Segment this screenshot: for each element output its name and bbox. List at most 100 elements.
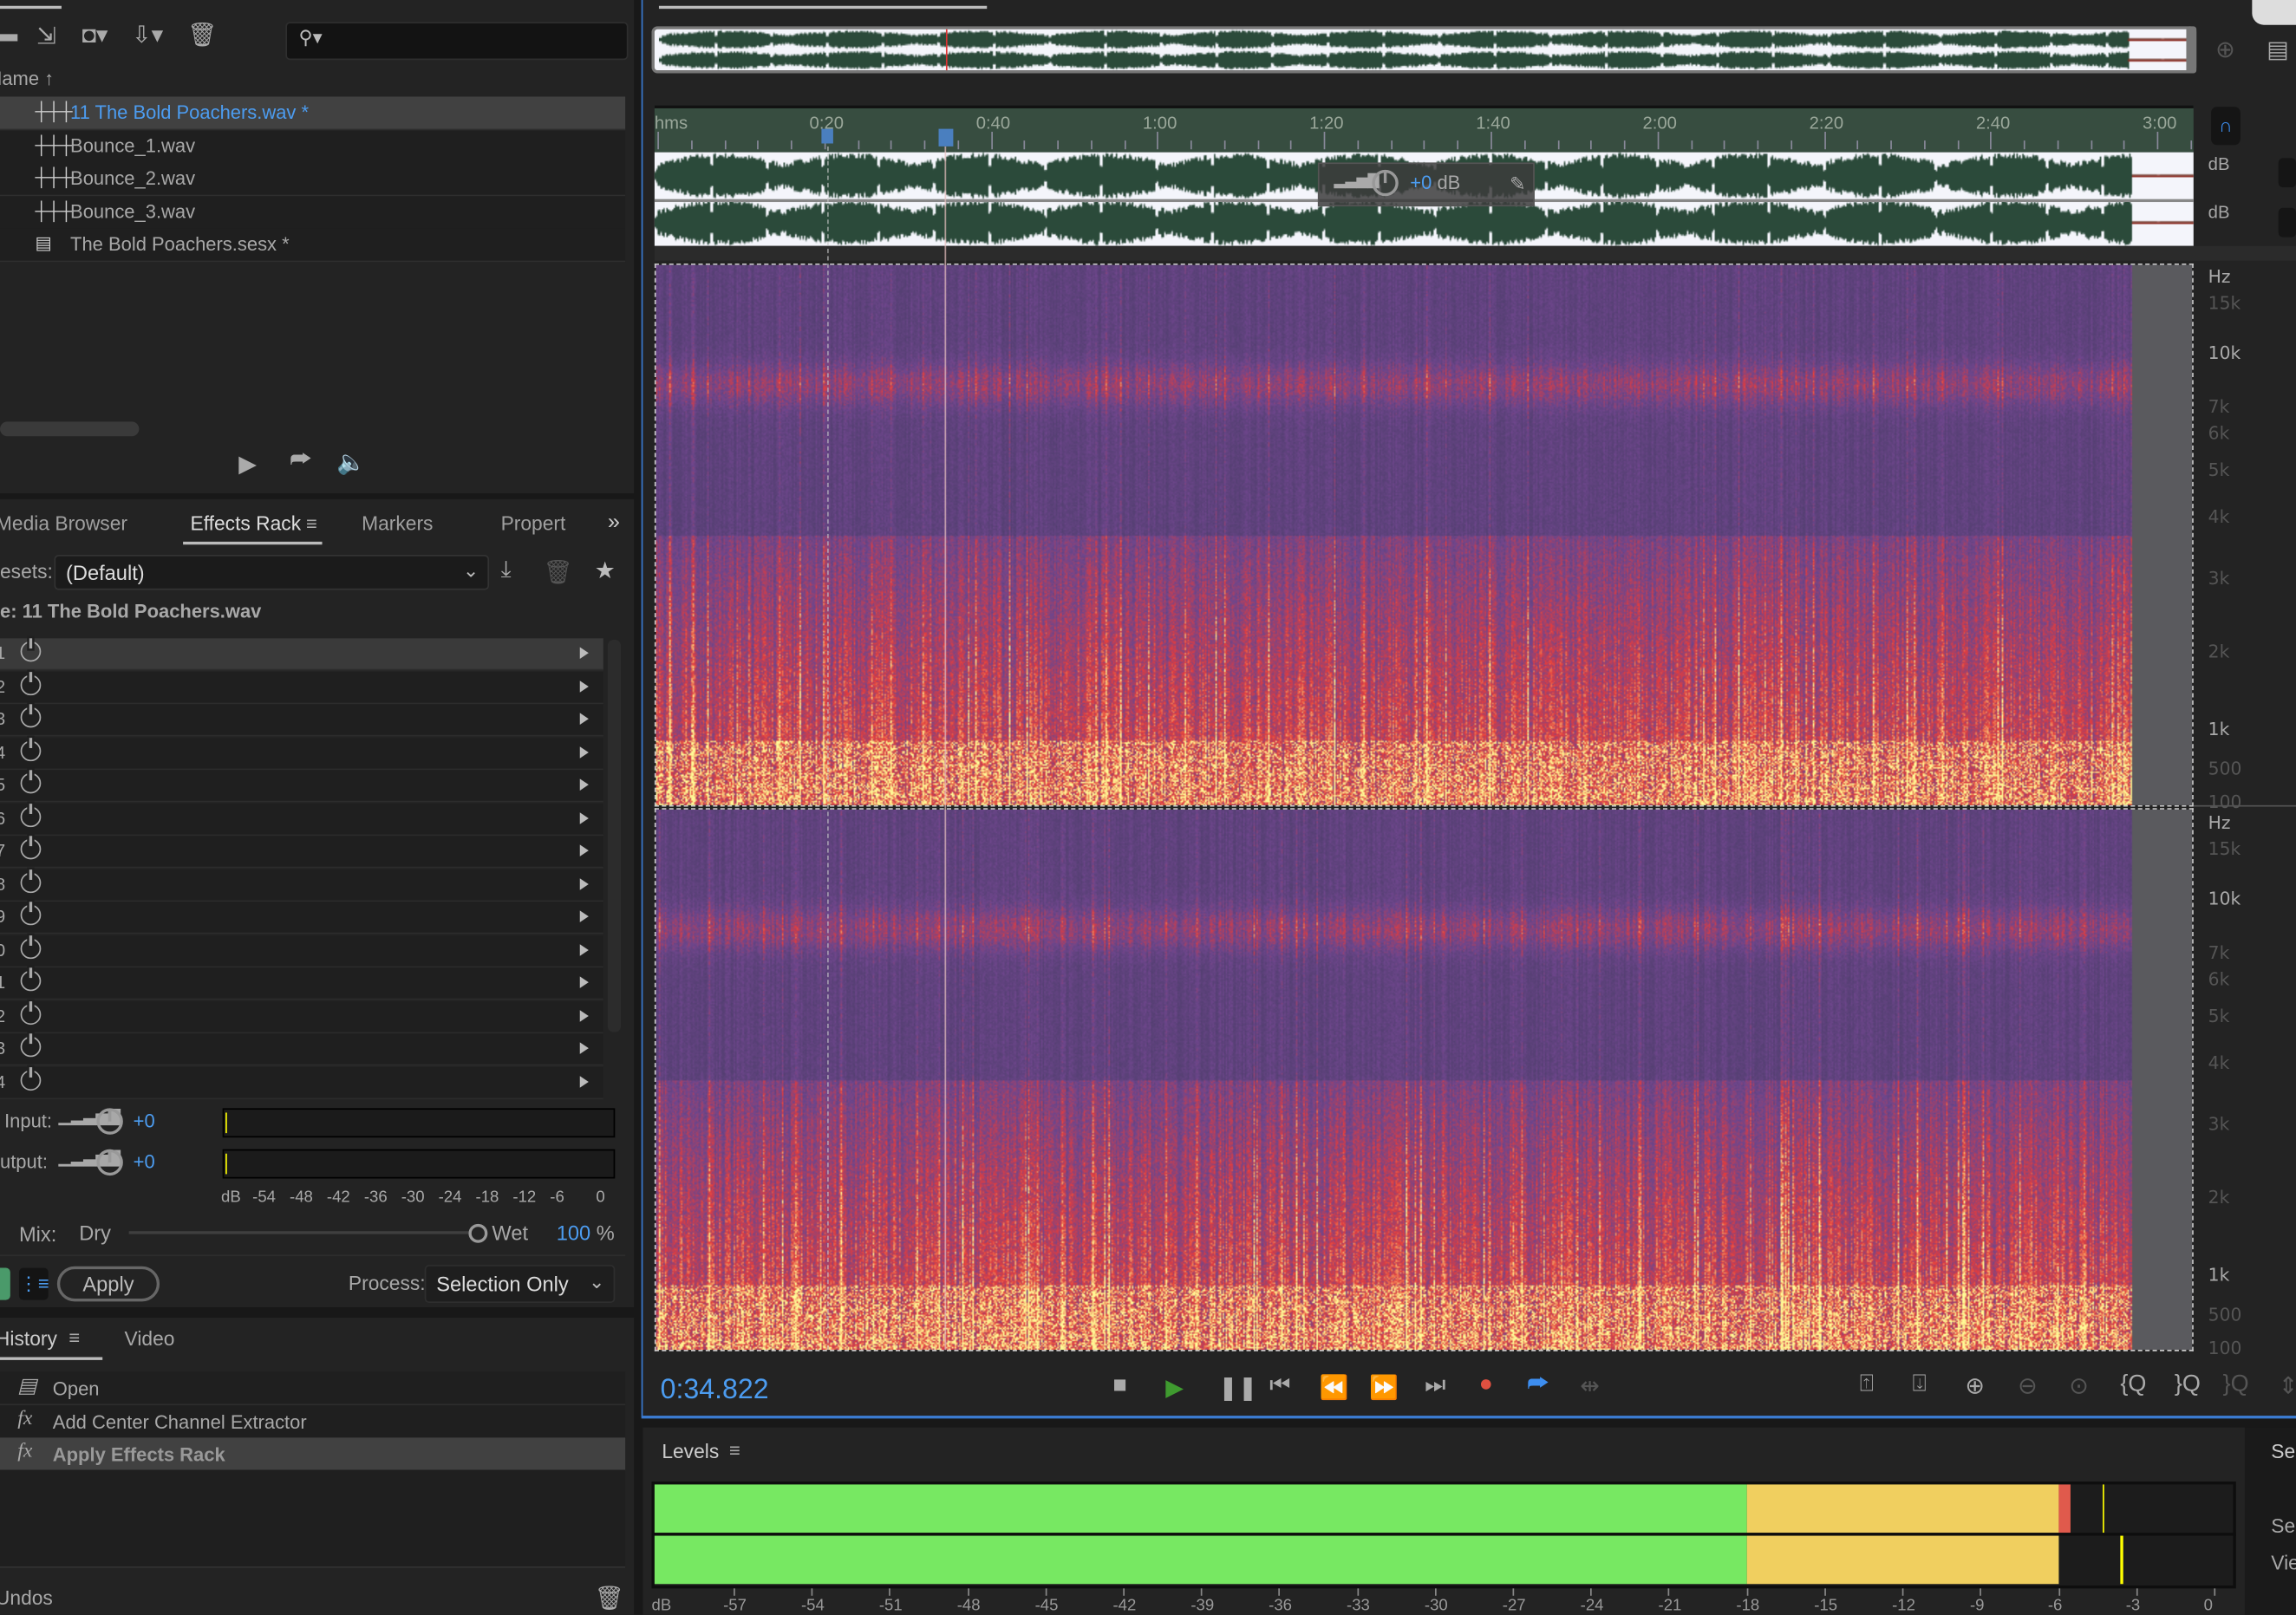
effect-slot[interactable]: 3 (0, 704, 603, 737)
playhead-handle[interactable] (938, 128, 954, 147)
mix-percent-value[interactable]: 100 (557, 1221, 590, 1244)
power-icon[interactable] (20, 638, 42, 662)
effect-slot[interactable]: 7 (0, 836, 603, 869)
loop-playback-icon[interactable]: ⮫ (1527, 1371, 1549, 1397)
power-icon[interactable] (20, 1000, 42, 1025)
slot-menu-arrow-icon[interactable] (579, 910, 589, 922)
tab-video[interactable]: Video (125, 1328, 175, 1350)
slot-menu-arrow-icon[interactable] (579, 1042, 589, 1054)
import-file-icon[interactable]: ⇲ (36, 22, 56, 51)
power-icon[interactable] (20, 770, 42, 794)
slot-menu-arrow-icon[interactable] (579, 976, 589, 988)
overview-navigator[interactable] (651, 26, 2197, 74)
zoom-navigator-icon[interactable]: ⊕ (2215, 36, 2235, 65)
panel-menu-icon[interactable]: ≡ (306, 512, 317, 534)
zoom-out-full-icon[interactable]: ⊙ (2069, 1371, 2089, 1401)
effect-slot[interactable]: 1 (0, 967, 603, 1000)
apply-button[interactable]: Apply (56, 1266, 160, 1302)
view-splitter[interactable] (654, 245, 2296, 261)
play-icon[interactable]: ▶ (1165, 1373, 1184, 1403)
gain-hud[interactable]: ▂▃▅▇ +0 dB ✎ (1317, 162, 1535, 207)
file-list-item[interactable]: ▤ The Bold Poachers.sesx * (0, 228, 626, 263)
rack-scrollbar[interactable] (607, 639, 622, 1032)
power-icon[interactable] (20, 737, 42, 761)
power-icon[interactable] (20, 1033, 42, 1058)
more-tabs-icon[interactable]: » (608, 510, 620, 535)
panel-menu-icon[interactable]: ≡ (68, 1326, 80, 1348)
history-item[interactable]: fx Apply Effects Rack (0, 1437, 626, 1472)
tab-properties[interactable]: Propert (501, 512, 566, 534)
marker-icon[interactable] (821, 128, 833, 144)
power-icon[interactable] (20, 967, 42, 992)
export-file-icon[interactable]: ⇩▾ (132, 21, 163, 50)
list-view-icon[interactable]: ⋮≡ (18, 1267, 49, 1300)
power-icon[interactable] (20, 704, 42, 728)
favorite-star-icon[interactable]: ★ (595, 557, 616, 586)
skip-to-start-icon[interactable]: ⏮ (1269, 1373, 1290, 1399)
zoom-out-amplitude-icon[interactable]: ⍗ (1913, 1371, 1927, 1397)
record-icon[interactable]: ● (1479, 1371, 1493, 1397)
file-list-item[interactable]: ┼┼┼ Bounce_1.wav (0, 129, 626, 164)
slot-menu-arrow-icon[interactable] (579, 647, 589, 659)
mix-slider-track[interactable] (128, 1231, 469, 1234)
slot-menu-arrow-icon[interactable] (579, 746, 589, 758)
slot-menu-arrow-icon[interactable] (579, 943, 589, 955)
horizontal-scrollbar[interactable] (0, 421, 140, 437)
slot-menu-arrow-icon[interactable] (579, 877, 589, 889)
slot-menu-arrow-icon[interactable] (579, 811, 589, 824)
effect-slot[interactable]: 5 (0, 770, 603, 803)
pin-icon[interactable]: ✎ (1510, 173, 1525, 196)
play-icon[interactable]: ▶ (238, 449, 257, 479)
power-toggle-button[interactable] (0, 1267, 10, 1300)
effect-slot[interactable]: 4 (0, 1066, 603, 1099)
slot-menu-arrow-icon[interactable] (579, 713, 589, 725)
effect-slot[interactable]: 2 (0, 1000, 603, 1033)
effect-slot[interactable]: 3 (0, 1033, 603, 1066)
output-gain-knob[interactable] (96, 1149, 123, 1176)
skip-to-end-icon[interactable]: ⏭ (1425, 1373, 1445, 1399)
zoom-to-out-point-icon[interactable]: }Q (2175, 1371, 2201, 1397)
selection-panel-tab[interactable]: Sel (2271, 1441, 2296, 1462)
overview-handle[interactable] (2186, 26, 2197, 74)
file-list-item[interactable]: ┼┼┼ 11 The Bold Poachers.wav * (0, 96, 626, 131)
gain-knob[interactable] (1372, 169, 1399, 197)
zoom-in-time-icon[interactable]: ⊕ (1965, 1371, 1985, 1401)
zoom-in-amplitude-icon[interactable]: ⍐ (1860, 1371, 1874, 1397)
history-item[interactable]: fx Add Center Channel Extractor (0, 1404, 626, 1439)
tab-history[interactable]: History (0, 1328, 57, 1350)
spectrogram-left-channel[interactable] (654, 263, 2194, 807)
fast-forward-icon[interactable]: ⏩ (1369, 1373, 1399, 1403)
playhead-line[interactable] (944, 146, 946, 1351)
zoom-tracks-icon[interactable]: ⇕ (2279, 1371, 2296, 1401)
slot-menu-arrow-icon[interactable] (579, 1009, 589, 1021)
effect-slot[interactable]: 8 (0, 869, 603, 902)
save-preset-icon[interactable]: ⤓ (501, 557, 512, 583)
slot-menu-arrow-icon[interactable] (579, 844, 589, 856)
effect-slot[interactable]: 0 (0, 934, 603, 967)
spectrogram-right-channel[interactable] (654, 808, 2194, 1351)
stop-icon[interactable]: ■ (1112, 1373, 1126, 1399)
autoplay-speaker-icon[interactable]: 🔈 (336, 448, 366, 478)
power-icon[interactable] (20, 869, 42, 893)
tab-effects-rack[interactable]: Effects Rack (191, 512, 302, 534)
power-icon[interactable] (20, 1066, 42, 1091)
effect-slot[interactable]: 1 (0, 638, 603, 671)
clear-history-icon[interactable]: 🗑 (595, 1584, 624, 1613)
headphones-monitor-icon[interactable]: ∩ (2211, 107, 2241, 146)
power-icon[interactable] (20, 934, 42, 959)
effect-slot[interactable]: 9 (0, 902, 603, 934)
presets-dropdown[interactable]: (Default) ⌄ (54, 555, 490, 590)
rewind-icon[interactable]: ⏪ (1320, 1373, 1349, 1403)
tab-media-browser[interactable]: Media Browser (0, 512, 127, 534)
effect-slot[interactable]: 2 (0, 671, 603, 704)
power-icon[interactable] (20, 836, 42, 860)
slot-menu-arrow-icon[interactable] (579, 680, 589, 692)
input-gain-value[interactable]: +0 (134, 1110, 155, 1131)
output-gain-value[interactable]: +0 (134, 1150, 155, 1172)
zoom-selection-icon[interactable]: }Q (2223, 1371, 2249, 1397)
history-item[interactable]: ▤ Open (0, 1371, 626, 1406)
zoom-out-time-icon[interactable]: ⊖ (2018, 1371, 2038, 1401)
power-icon[interactable] (20, 902, 42, 926)
new-file-icon[interactable]: ▬ (0, 22, 17, 48)
name-column-header[interactable]: Name (0, 68, 39, 89)
